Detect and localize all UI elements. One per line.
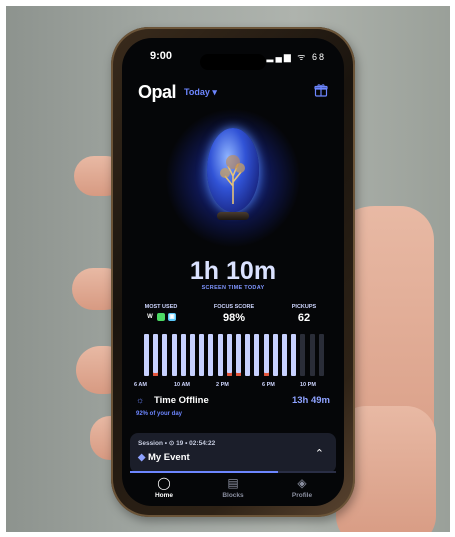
usage-bar	[300, 334, 306, 376]
status-icons: ▂▄▆ ᯤ 68	[266, 52, 326, 62]
session-progress-track	[130, 471, 336, 473]
usage-bar	[236, 334, 241, 376]
usage-bar	[282, 334, 287, 376]
usage-bar	[291, 334, 297, 376]
screen-time-label: SCREEN TIME TODAY	[201, 285, 265, 291]
session-name-text: My Event	[147, 452, 190, 463]
usage-bar	[199, 334, 205, 376]
usage-bar	[180, 334, 186, 376]
pickups-value: 62	[297, 312, 311, 324]
usage-bar	[263, 334, 269, 376]
focus-score-label: FOCUS SCORE	[213, 304, 255, 310]
status-time: 9:00	[150, 50, 173, 62]
usage-bar	[254, 334, 260, 376]
tab-profile[interactable]: ◈ Profile	[272, 476, 332, 499]
phone-screen: 9:00 ▂▄▆ ᯤ 68 Opal Today ▾ 1h 10m SCREEN…	[122, 38, 344, 506]
time-offline-title: Time Offline	[154, 395, 209, 406]
usage-bar	[226, 334, 232, 376]
tab-blocks-label: Blocks	[222, 492, 244, 499]
usage-bar	[190, 334, 195, 376]
tab-bar: ◯ Home ▤ Blocks ◈ Profile	[122, 476, 344, 506]
tree-icon	[220, 155, 245, 204]
session-progress-fill	[130, 471, 279, 473]
status-bar: 9:00 ▂▄▆ ᯤ 68	[122, 48, 344, 70]
x-tick-label: 10 AM	[174, 382, 190, 388]
date-range-selector[interactable]: Today ▾	[184, 87, 217, 98]
stat-pickups[interactable]: PICKUPS 62	[282, 304, 326, 324]
stat-most-used[interactable]: MOST USED W ● ▣	[136, 304, 186, 321]
app-header: Opal Today ▾	[122, 82, 344, 106]
x-tick-label: 10 PM	[300, 382, 316, 388]
tab-home-label: Home	[154, 492, 174, 499]
session-meta: Session • ⊙ 19 • 02:54:22	[138, 440, 216, 447]
app-icon-w: W	[147, 314, 153, 320]
phone: 9:00 ▂▄▆ ᯤ 68 Opal Today ▾ 1h 10m SCREEN…	[111, 27, 355, 517]
diamond-icon: ◆	[138, 452, 148, 463]
session-card[interactable]: Session • ⊙ 19 • 02:54:22 ◆ My Event ⌃	[130, 433, 336, 473]
screen-time-value: 1h 10m	[189, 257, 277, 285]
gem-stone	[207, 128, 259, 212]
pickups-label: PICKUPS	[291, 304, 317, 310]
gem-icon: ◈	[297, 476, 307, 490]
usage-bar	[162, 334, 168, 376]
gem-pedestal	[217, 212, 249, 220]
usage-bar	[153, 334, 159, 376]
time-offline-value: 13h 49m	[291, 395, 330, 406]
usage-bar	[245, 334, 251, 376]
x-tick-label: 2 PM	[216, 382, 229, 388]
usage-bar	[272, 334, 278, 376]
x-tick-label: 6 PM	[262, 382, 275, 388]
ring-icon: ◯	[157, 476, 171, 490]
layers-icon: ▤	[227, 476, 239, 490]
tab-profile-label: Profile	[291, 492, 313, 499]
hourly-usage-chart[interactable]	[142, 334, 326, 376]
dynamic-island	[200, 54, 266, 70]
photo-background: 9:00 ▂▄▆ ᯤ 68 Opal Today ▾ 1h 10m SCREEN…	[6, 6, 450, 532]
session-name: ◆ My Event	[138, 452, 190, 463]
tab-blocks[interactable]: ▤ Blocks	[203, 476, 263, 499]
app-icon-blue: ▣	[168, 313, 176, 321]
usage-bar	[208, 334, 214, 376]
app-logo: Opal	[138, 82, 177, 102]
most-used-label: MOST USED	[144, 304, 178, 310]
focus-gem[interactable]	[165, 108, 301, 248]
usage-bar	[217, 334, 223, 376]
chart-x-axis: 6 AM 10 AM 2 PM 6 PM 10 PM	[122, 382, 344, 390]
gift-icon[interactable]	[314, 83, 328, 97]
x-tick-label: 6 AM	[134, 382, 147, 388]
focus-score-value: 98%	[222, 312, 246, 324]
tab-home[interactable]: ◯ Home	[134, 476, 194, 499]
stat-focus-score[interactable]: FOCUS SCORE 98%	[208, 304, 260, 324]
usage-bar	[318, 334, 324, 376]
usage-bar	[144, 334, 149, 376]
chevron-up-icon[interactable]: ⌃	[315, 447, 324, 460]
usage-bar	[171, 334, 177, 376]
most-used-apps: W ● ▣	[136, 313, 186, 321]
time-offline-subtitle: 92% of your day	[136, 411, 183, 417]
app-icon-green: ●	[157, 313, 165, 321]
usage-bar	[309, 334, 315, 376]
sun-icon: ☼	[136, 395, 145, 405]
time-offline-row[interactable]: ☼ Time Offline 13h 49m 92% of your day	[136, 394, 330, 424]
